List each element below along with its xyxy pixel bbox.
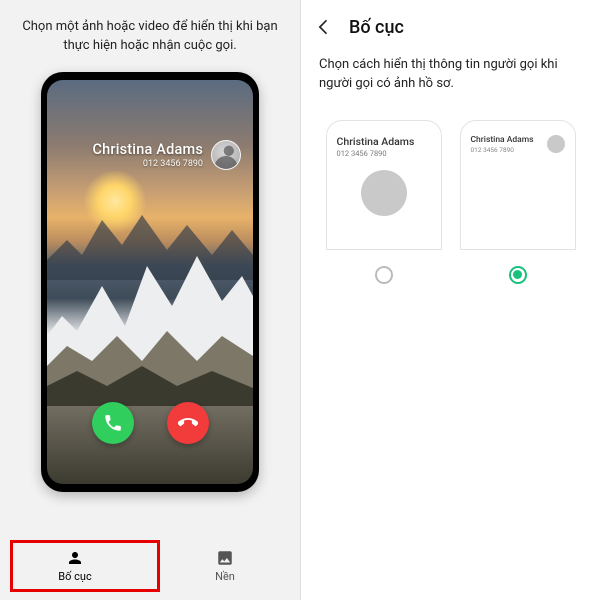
back-button[interactable] <box>311 14 337 40</box>
person-icon <box>65 548 85 568</box>
large-avatar-placeholder <box>361 170 407 216</box>
sample-number: 012 3456 7890 <box>337 149 431 158</box>
radio-option-1[interactable] <box>326 266 442 284</box>
layout-option-small-photo[interactable]: Christina Adams 012 3456 7890 <box>460 120 576 250</box>
tab-layout-label: Bố cục <box>58 570 91 583</box>
phone-preview-screen: Christina Adams 012 3456 7890 <box>47 80 253 484</box>
call-background-settings-panel: Chọn một ảnh hoặc video để hiển thị khi … <box>0 0 300 600</box>
decline-call-button[interactable] <box>167 402 209 444</box>
tab-background[interactable]: Nền <box>150 530 300 600</box>
caller-number: 012 3456 7890 <box>92 159 203 169</box>
tab-background-label: Nền <box>215 570 235 583</box>
call-action-buttons <box>47 402 253 444</box>
caller-info: Christina Adams 012 3456 7890 <box>92 140 241 170</box>
layout-option-large-photo[interactable]: Christina Adams 012 3456 7890 <box>326 120 442 250</box>
caller-name: Christina Adams <box>92 141 203 158</box>
panel-header: Bố cục <box>301 0 600 50</box>
panel-description: Chọn một ảnh hoặc video để hiển thị khi … <box>0 0 300 72</box>
layout-radio-group <box>301 254 600 296</box>
phone-preview-frame: Christina Adams 012 3456 7890 <box>41 72 259 492</box>
accept-call-button[interactable] <box>92 402 134 444</box>
small-avatar-placeholder <box>547 135 565 153</box>
layout-options: Christina Adams 012 3456 7890 Christina … <box>301 112 600 254</box>
radio-option-2[interactable] <box>460 266 576 284</box>
image-icon <box>215 548 235 568</box>
sample-number: 012 3456 7890 <box>471 146 534 154</box>
layout-settings-panel: Bố cục Chọn cách hiển thị thông tin ngườ… <box>300 0 600 600</box>
sample-name: Christina Adams <box>337 135 431 148</box>
panel-description: Chọn cách hiển thị thông tin người gọi k… <box>301 50 600 112</box>
panel-title: Bố cục <box>349 17 404 38</box>
bottom-tab-bar: Bố cục Nền <box>0 530 300 600</box>
sample-name: Christina Adams <box>471 135 534 145</box>
tab-layout[interactable]: Bố cục <box>0 530 150 600</box>
caller-avatar <box>211 140 241 170</box>
